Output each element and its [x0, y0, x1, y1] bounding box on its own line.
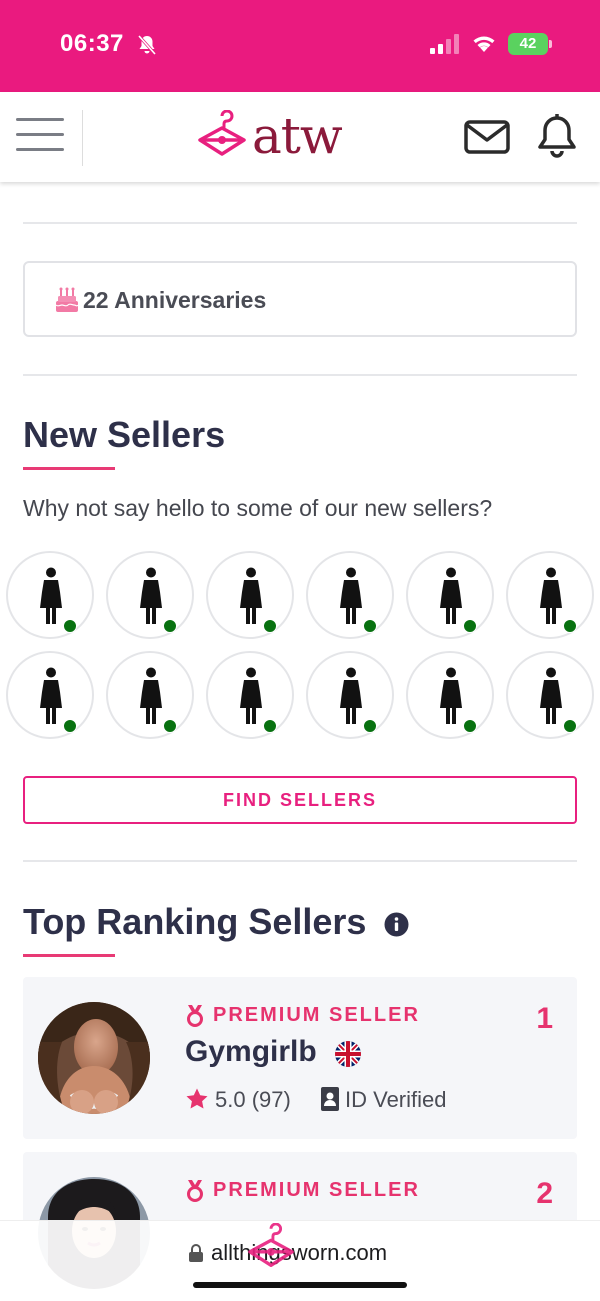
- site-header: atw: [0, 92, 600, 182]
- mail-icon[interactable]: [464, 120, 510, 154]
- person-icon: [40, 567, 62, 624]
- find-sellers-button[interactable]: FIND SELLERS: [23, 776, 577, 824]
- seller-avatar[interactable]: [38, 1002, 150, 1114]
- person-icon: [140, 667, 162, 724]
- premium-seller-badge: PREMIUM SELLER: [213, 1004, 420, 1026]
- person-icon: [240, 567, 262, 624]
- online-status-dot: [163, 619, 177, 633]
- divider: [23, 222, 577, 224]
- uk-flag-icon: [335, 1041, 361, 1067]
- status-bar: 06:37 42: [0, 0, 600, 92]
- person-icon: [540, 667, 562, 724]
- online-status-dot: [463, 619, 477, 633]
- person-icon: [40, 667, 62, 724]
- online-status-dot: [263, 719, 277, 733]
- battery-cap: [549, 40, 552, 48]
- seller-card[interactable]: PREMIUM SELLER 1 Gymgirlb 5.0 (97) ID Ve…: [23, 977, 577, 1139]
- signal-icon: [430, 34, 459, 54]
- browser-address-bar[interactable]: allthingsworn.com: [0, 1220, 600, 1301]
- new-seller-avatar[interactable]: [6, 651, 94, 739]
- online-status-dot: [163, 719, 177, 733]
- divider: [23, 374, 577, 376]
- cake-icon: [55, 287, 79, 312]
- medal-icon: [187, 1005, 203, 1027]
- lock-icon: [189, 1244, 203, 1262]
- title-underline: [23, 954, 115, 957]
- online-status-dot: [363, 619, 377, 633]
- new-seller-avatar[interactable]: [106, 551, 194, 639]
- online-status-dot: [563, 619, 577, 633]
- online-status-dot: [263, 619, 277, 633]
- new-seller-avatar[interactable]: [6, 551, 94, 639]
- new-seller-avatar[interactable]: [206, 651, 294, 739]
- url-text[interactable]: allthingsworn.com: [211, 1240, 387, 1266]
- new-seller-avatar[interactable]: [106, 651, 194, 739]
- divider: [23, 860, 577, 862]
- person-icon: [340, 667, 362, 724]
- new-seller-avatar[interactable]: [506, 551, 594, 639]
- person-icon: [540, 567, 562, 624]
- medal-icon: [187, 1180, 203, 1202]
- anniversaries-box[interactable]: 22 Anniversaries: [23, 261, 577, 337]
- seller-rating: 5.0 (97): [215, 1087, 291, 1112]
- premium-seller-badge: PREMIUM SELLER: [213, 1179, 420, 1201]
- person-icon: [140, 567, 162, 624]
- person-icon: [240, 667, 262, 724]
- battery-indicator: 42: [508, 33, 548, 55]
- new-sellers-title: New Sellers: [23, 414, 226, 455]
- status-time: 06:37: [60, 30, 124, 57]
- rank-number: 2: [536, 1177, 553, 1210]
- person-icon: [440, 667, 462, 724]
- hanger-watermark-icon: [248, 1223, 294, 1267]
- info-icon[interactable]: [384, 912, 409, 937]
- new-seller-avatar[interactable]: [406, 651, 494, 739]
- new-seller-avatar[interactable]: [506, 651, 594, 739]
- seller-name[interactable]: Gymgirlb: [185, 1035, 317, 1069]
- new-seller-avatar[interactable]: [406, 551, 494, 639]
- menu-icon[interactable]: [16, 118, 64, 152]
- person-icon: [440, 567, 462, 624]
- id-card-icon: [321, 1087, 339, 1111]
- hanger-logo-icon: [198, 110, 246, 156]
- online-status-dot: [63, 619, 77, 633]
- star-icon: [186, 1088, 208, 1109]
- silent-bell-icon: [137, 35, 157, 55]
- online-status-dot: [563, 719, 577, 733]
- new-sellers-intro: Why not say hello to some of our new sel…: [23, 495, 493, 521]
- home-indicator[interactable]: [193, 1282, 407, 1288]
- new-seller-avatar[interactable]: [306, 651, 394, 739]
- person-icon: [340, 567, 362, 624]
- logo-text: atw: [252, 107, 343, 165]
- id-verified-label: ID Verified: [345, 1087, 447, 1112]
- title-underline: [23, 467, 115, 470]
- new-seller-avatar[interactable]: [306, 551, 394, 639]
- online-status-dot: [63, 719, 77, 733]
- online-status-dot: [463, 719, 477, 733]
- site-logo[interactable]: atw: [196, 106, 343, 166]
- new-seller-avatar[interactable]: [206, 551, 294, 639]
- anniversaries-label: 22 Anniversaries: [83, 287, 267, 313]
- header-divider: [82, 110, 83, 166]
- bell-icon[interactable]: [536, 114, 578, 158]
- rank-number: 1: [536, 1002, 553, 1035]
- wifi-icon: [473, 36, 495, 52]
- online-status-dot: [363, 719, 377, 733]
- top-ranking-title: Top Ranking Sellers: [23, 901, 367, 942]
